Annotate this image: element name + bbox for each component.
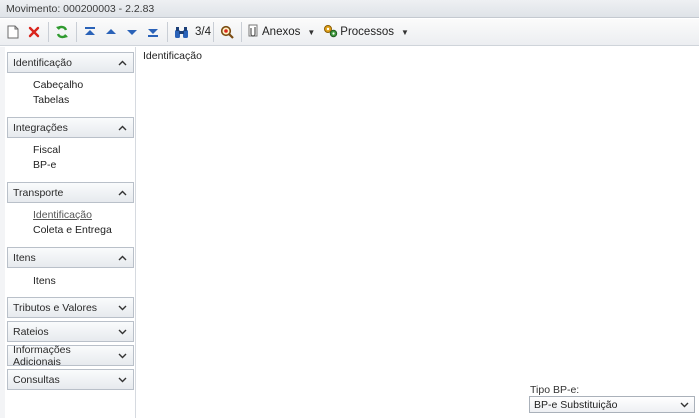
chevron-down-icon: ▼ — [400, 27, 409, 37]
tipo-bpe-select[interactable]: BP-e Substituição — [529, 396, 695, 413]
main-content — [137, 47, 699, 418]
section-title: Identificação — [143, 50, 202, 62]
sidebar-item-bpe[interactable]: BP-e — [33, 159, 56, 171]
sidebar-item-identificacao[interactable]: Identificação — [33, 209, 92, 221]
chevron-down-icon — [117, 375, 127, 385]
sidebar-group-tributos-valores[interactable]: Tributos e Valores — [7, 297, 134, 318]
sidebar-group-rateios[interactable]: Rateios — [7, 321, 134, 342]
delete-icon[interactable] — [25, 21, 43, 43]
binoculars-icon[interactable] — [172, 21, 190, 43]
record-position: 3/4 — [195, 26, 211, 38]
sidebar-item-cabecalho[interactable]: Cabeçalho — [33, 79, 83, 91]
chevron-down-icon — [117, 327, 127, 337]
sidebar-group-title: Tributos e Valores — [13, 301, 98, 314]
sidebar-group-informacoes-adicionais[interactable]: Informações Adicionais — [7, 343, 134, 368]
toolbar-separator — [76, 22, 77, 42]
next-record-icon[interactable] — [123, 21, 141, 43]
tipo-bpe-label: Tipo BP-e: — [530, 384, 580, 396]
sidebar-group-transporte[interactable]: Transporte — [7, 182, 134, 203]
paperclip-icon — [246, 24, 260, 41]
chevron-down-icon: ▼ — [307, 27, 316, 37]
sidebar-item-tabelas[interactable]: Tabelas — [33, 94, 69, 106]
sidebar-item-fiscal[interactable]: Fiscal — [33, 144, 60, 156]
toolbar: 3/4 Anexos ▼ Processos ▼ — [0, 19, 699, 46]
processes-menu[interactable]: Processos ▼ — [323, 24, 409, 41]
chevron-down-icon — [117, 303, 127, 313]
first-record-icon[interactable] — [81, 21, 99, 43]
processes-label: Processos — [340, 26, 394, 38]
toolbar-separator — [48, 22, 49, 42]
toolbar-separator — [241, 22, 242, 42]
sidebar-group-title: Identificação — [13, 56, 72, 69]
chevron-up-icon — [117, 188, 127, 198]
sidebar-group-title: Itens — [13, 251, 36, 264]
sidebar-item-itens[interactable]: Itens — [33, 275, 56, 287]
window-title: Movimento: 000200003 - 2.2.83 — [0, 0, 699, 18]
last-record-icon[interactable] — [144, 21, 162, 43]
new-document-icon[interactable] — [4, 21, 22, 43]
chevron-up-icon — [117, 58, 127, 68]
sidebar-group-title: Integrações — [13, 121, 68, 134]
refresh-icon[interactable] — [53, 21, 71, 43]
sidebar-group-title: Consultas — [13, 373, 60, 386]
tipo-bpe-value: BP-e Substituição — [534, 398, 618, 411]
toolbar-separator — [167, 22, 168, 42]
chevron-up-icon — [117, 253, 127, 263]
sidebar-group-itens[interactable]: Itens — [7, 247, 134, 268]
sidebar-group-title: Rateios — [13, 325, 49, 338]
previous-record-icon[interactable] — [102, 21, 120, 43]
zoom-search-icon[interactable] — [218, 21, 236, 43]
attachments-menu[interactable]: Anexos ▼ — [246, 24, 315, 41]
chevron-down-icon — [680, 399, 689, 411]
left-edge-panel — [0, 47, 5, 418]
sidebar-group-consultas[interactable]: Consultas — [7, 369, 134, 390]
sidebar-group-title: Informações Adicionais — [13, 343, 71, 368]
chevron-down-icon — [117, 351, 127, 361]
chevron-up-icon — [117, 123, 127, 133]
sidebar-group-title: Transporte — [13, 186, 64, 199]
toolbar-separator — [213, 22, 214, 42]
sidebar-item-coleta-entrega[interactable]: Coleta e Entrega — [33, 224, 112, 236]
attachments-label: Anexos — [262, 26, 301, 38]
sidebar-group-integracoes[interactable]: Integrações — [7, 117, 134, 138]
gears-icon — [323, 24, 338, 41]
sidebar-group-identificacao[interactable]: Identificação — [7, 52, 134, 73]
